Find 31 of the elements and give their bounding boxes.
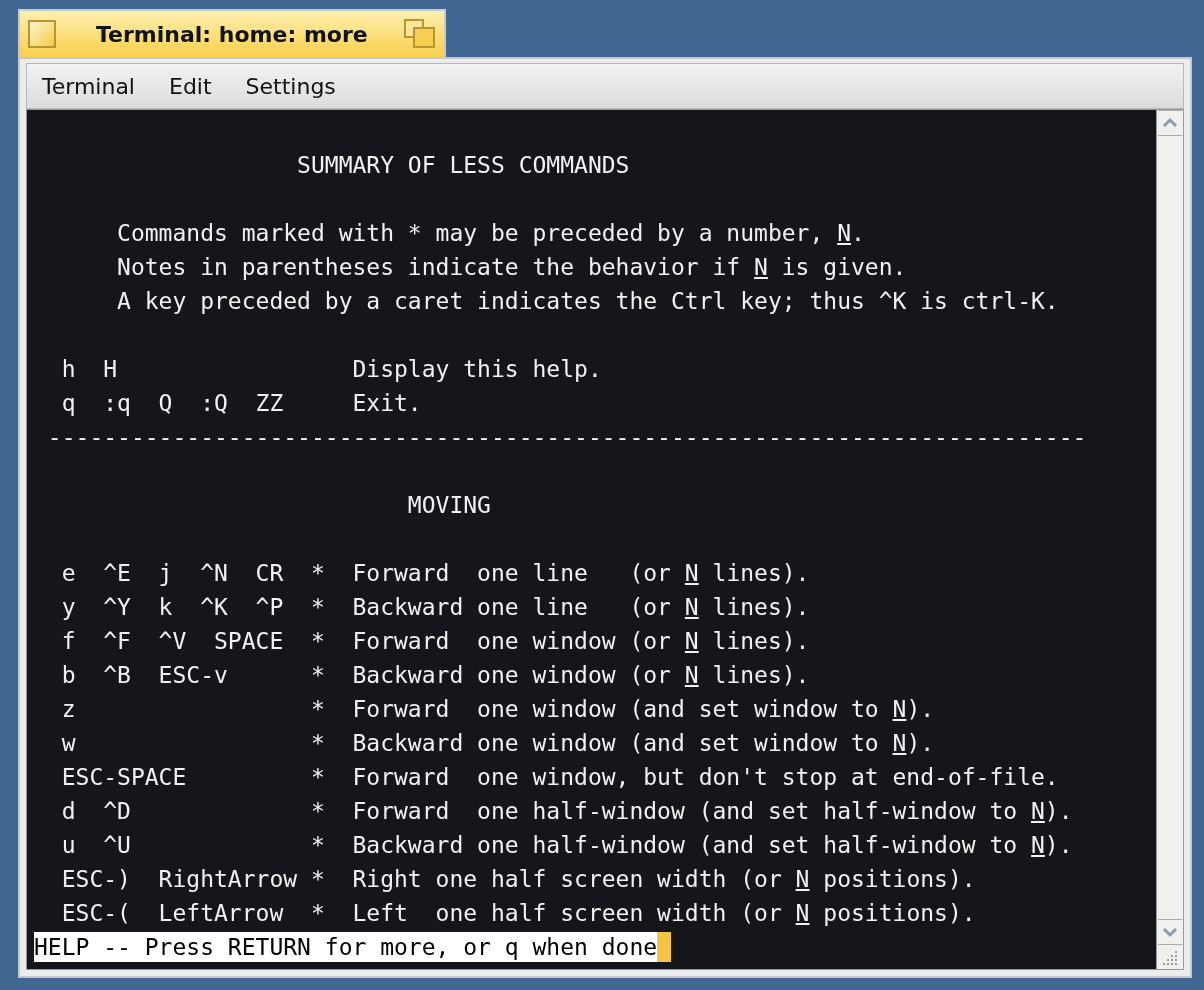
terminal-line: q :q Q :Q ZZ Exit. [60, 389, 422, 418]
terminal-line: MOVING [406, 491, 491, 520]
terminal-line: A key preceded by a caret indicates the Ctrl key; thus ^K is ctrl-K. [116, 287, 1059, 316]
terminal-line: d ^D * Forward one half-window (and set half-window to N). [60, 797, 1073, 826]
pager-prompt: HELP -- Press RETURN for more, or q when done [34, 932, 658, 962]
terminal-line: ESC-SPACE * Forward one window, but don't stop at end-of-file. [60, 763, 1059, 792]
text-cursor [657, 932, 672, 962]
terminal-line: y ^Y k ^K ^P * Backward one line (or N lines). [60, 593, 810, 622]
terminal-line: e ^E j ^N CR * Forward one line (or N lines). [60, 559, 810, 588]
terminal-line: SUMMARY OF LESS COMMANDS [296, 151, 630, 180]
scroll-up-icon[interactable] [1158, 110, 1182, 136]
close-box-icon[interactable] [28, 20, 56, 48]
terminal-line: h H Display this help. [60, 355, 602, 384]
terminal-line: Notes in parentheses indicate the behavior if N is given. [116, 253, 907, 282]
terminal-line: b ^B ESC-v * Backward one window (or N lines). [60, 661, 810, 690]
terminal-line: u ^U * Backward one half-window (and set half-window to N). [60, 831, 1073, 860]
resize-grip-icon[interactable] [1162, 949, 1178, 965]
window-title: Terminal: home: more [96, 21, 369, 47]
zoom-box-icon[interactable] [404, 19, 436, 49]
scroll-down-icon[interactable] [1158, 919, 1182, 945]
menu-item[interactable]: Settings [245, 73, 336, 99]
terminal-line: --------------------------------------------------------------------------- [46, 423, 1087, 452]
terminal-line: ESC-( LeftArrow * Left one half screen width (or N positions). [60, 899, 976, 928]
menu-item[interactable]: Edit [169, 73, 212, 99]
terminal-line: f ^F ^V SPACE * Forward one window (or N lines). [60, 627, 810, 656]
terminal-line: w * Backward one window (and set window to N). [60, 729, 935, 758]
terminal-line: Commands marked with * may be preceded by a number, N. [116, 219, 865, 248]
menu-item[interactable]: Terminal [42, 73, 135, 99]
terminal-line: ESC-) RightArrow * Right one half screen width (or N positions). [60, 865, 976, 894]
scrollbar[interactable] [1156, 110, 1183, 969]
terminal-line: z * Forward one window (and set window to N). [60, 695, 935, 724]
